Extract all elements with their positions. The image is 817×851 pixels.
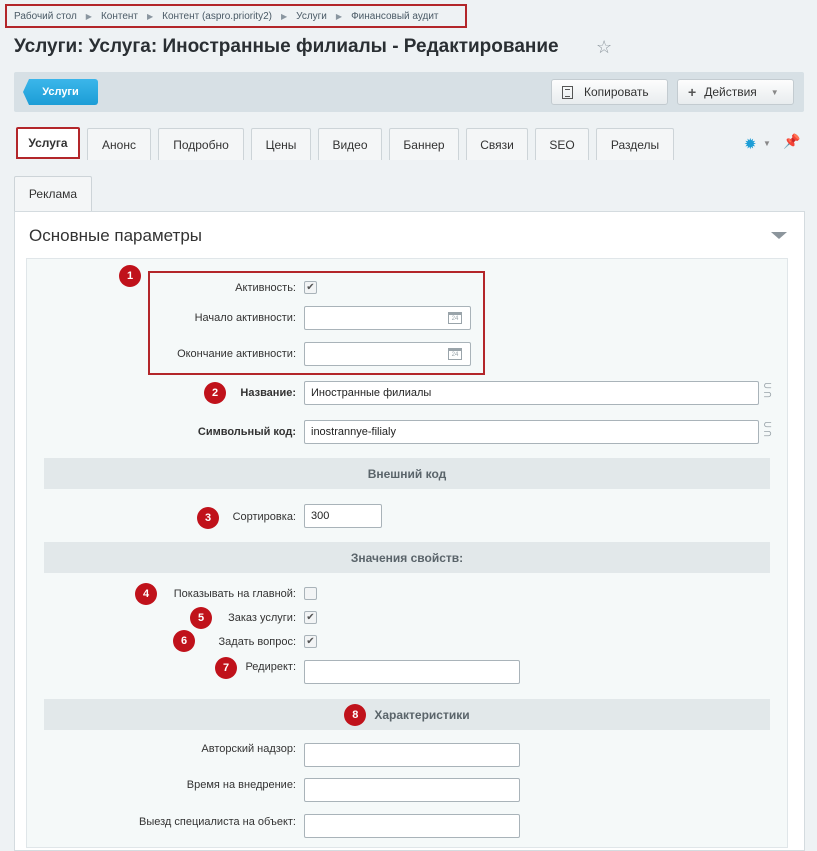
copy-icon — [562, 85, 573, 99]
tab-prices[interactable]: Цены — [251, 128, 311, 160]
ask-checkbox[interactable]: ✔ — [304, 635, 317, 648]
active-to-input[interactable]: 24 — [304, 342, 471, 366]
back-to-services-button[interactable]: Услуги — [23, 79, 98, 105]
section-title: Основные параметры — [29, 226, 202, 245]
copy-label: Копировать — [584, 85, 649, 99]
redirect-input[interactable] — [304, 660, 520, 684]
supervision-label: Авторский надзор: — [201, 743, 296, 755]
chevron-down-icon[interactable]: ▼ — [763, 139, 771, 148]
sort-input[interactable]: 300 — [304, 504, 382, 528]
copy-button[interactable]: Копировать — [551, 79, 668, 105]
breadcrumb-content[interactable]: Контент — [101, 11, 138, 22]
actions-label: Действия — [704, 85, 757, 99]
implementation-input[interactable] — [304, 778, 520, 802]
sort-label: Сортировка: — [232, 511, 296, 523]
chevron-right-icon: ▶ — [85, 11, 92, 21]
calendar-icon[interactable]: 24 — [448, 312, 462, 324]
breadcrumb: Рабочий стол ▶ Контент ▶ Контент (aspro.… — [5, 4, 467, 28]
collapse-icon[interactable] — [771, 232, 787, 239]
breadcrumb-services[interactable]: Услуги — [296, 11, 327, 22]
breadcrumb-financial-audit[interactable]: Финансовый аудит — [351, 11, 438, 22]
tab-seo[interactable]: SEO — [535, 128, 589, 160]
link-icon[interactable]: ⊂ ⊃ — [763, 420, 772, 441]
plus-icon: + — [688, 84, 697, 100]
show-main-checkbox[interactable] — [304, 587, 317, 600]
tab-service[interactable]: Услуга — [16, 127, 80, 159]
chevron-down-icon: ▼ — [770, 87, 779, 97]
characteristics-group: 8 Характеристики — [44, 699, 770, 730]
tab-banner[interactable]: Баннер — [389, 128, 459, 160]
star-icon[interactable]: ☆ — [596, 37, 612, 58]
chevron-right-icon: ▶ — [335, 11, 343, 21]
breadcrumb-desktop[interactable]: Рабочий стол — [14, 11, 77, 22]
tab-announce[interactable]: Анонс — [87, 128, 151, 160]
implementation-label: Время на внедрение: — [186, 779, 296, 791]
tab-details[interactable]: Подробно — [158, 128, 244, 160]
active-from-label: Начало активности: — [194, 312, 296, 324]
badge-1: 1 — [119, 265, 141, 287]
code-input[interactable]: inostrannye-filialy — [304, 420, 759, 444]
characteristics-title: Характеристики — [374, 707, 470, 722]
supervision-input[interactable] — [304, 743, 520, 767]
visit-input[interactable] — [304, 814, 520, 838]
tab-sections[interactable]: Разделы — [596, 128, 674, 160]
external-code-group: Внешний код — [44, 458, 770, 489]
code-label: Символьный код: — [197, 426, 296, 438]
chevron-right-icon: ▶ — [146, 11, 154, 21]
calendar-icon[interactable]: 24 — [448, 348, 462, 360]
page-title: Услуги: Услуга: Иностранные филиалы - Ре… — [14, 36, 559, 57]
visit-label: Выезд специалиста на объект: — [138, 816, 296, 828]
breadcrumb-content-aspro[interactable]: Контент (aspro.priority2) — [162, 11, 272, 22]
redirect-label: Редирект: — [245, 661, 296, 673]
order-checkbox[interactable]: ✔ — [304, 611, 317, 624]
active-label: Активность: — [235, 282, 296, 294]
properties-group: Значения свойств: — [44, 542, 770, 573]
active-from-input[interactable]: 24 — [304, 306, 471, 330]
tab-video[interactable]: Видео — [318, 128, 382, 160]
order-label: Заказ услуги: — [228, 612, 296, 624]
tab-advertising[interactable]: Реклама — [14, 176, 92, 211]
name-label: Название: — [240, 387, 296, 399]
badge-8: 8 — [344, 703, 367, 726]
name-input[interactable]: Иностранные филиалы — [304, 381, 759, 405]
ask-label: Задать вопрос: — [218, 636, 296, 648]
show-main-label: Показывать на главной: — [173, 588, 296, 600]
actions-button[interactable]: + Действия ▼ — [677, 79, 794, 105]
tab-links[interactable]: Связи — [466, 128, 528, 160]
link-icon[interactable]: ⊂ ⊃ — [763, 381, 772, 402]
gear-icon[interactable]: ✹ — [744, 135, 757, 153]
active-checkbox[interactable]: ✔ — [304, 281, 317, 294]
active-to-label: Окончание активности: — [177, 348, 296, 360]
chevron-right-icon: ▶ — [280, 11, 288, 21]
pin-icon[interactable]: 📌 — [783, 133, 800, 150]
